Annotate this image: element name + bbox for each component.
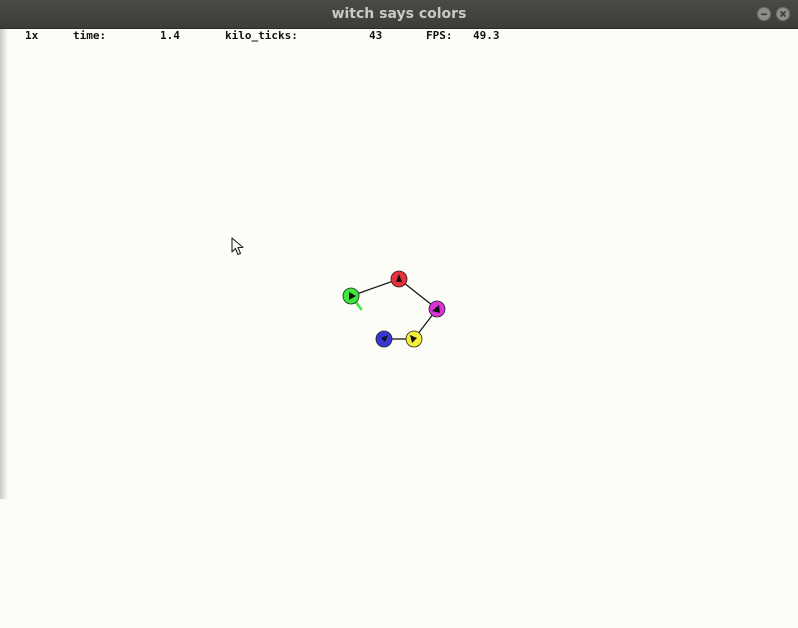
agent-green[interactable]: [342, 287, 360, 305]
mouse-pointer-icon: [231, 237, 244, 256]
close-icon: [779, 10, 787, 18]
agent-blue[interactable]: [375, 330, 393, 348]
app-window: witch says colors 1x time: 1.4 kilo_tick…: [0, 0, 798, 628]
close-button[interactable]: [776, 7, 790, 21]
agent-magenta[interactable]: [428, 300, 446, 318]
agent-yellow[interactable]: [405, 330, 423, 348]
title-bar[interactable]: witch says colors: [0, 0, 798, 29]
agent-red[interactable]: [390, 270, 408, 288]
simulation-canvas[interactable]: [0, 29, 798, 628]
window-title: witch says colors: [331, 6, 467, 22]
minimize-icon: [761, 13, 767, 16]
minimize-button[interactable]: [757, 7, 771, 21]
